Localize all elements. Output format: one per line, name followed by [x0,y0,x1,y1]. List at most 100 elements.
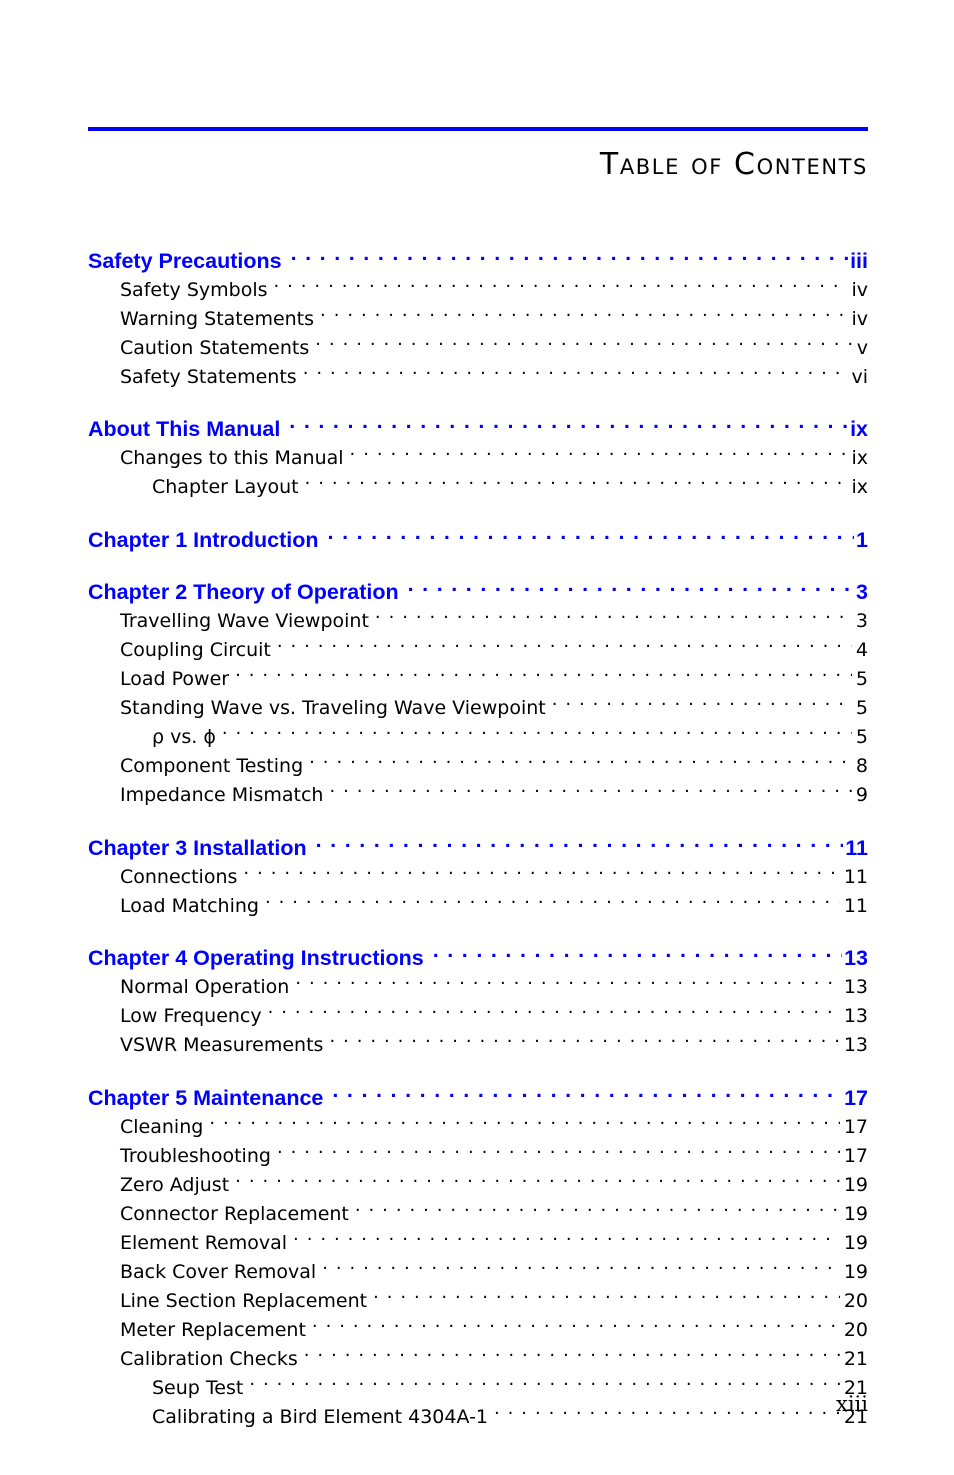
toc-dot-leader [209,1114,840,1133]
toc-entry-row[interactable]: Line Section Replacement 20 [120,1287,868,1316]
toc-entry-row[interactable]: Troubleshooting 17 [120,1142,868,1171]
toc-heading-row[interactable]: Chapter 2 Theory of Operation 3 [88,578,868,608]
toc-dot-leader [304,1346,840,1365]
toc-entry-row[interactable]: Travelling Wave Viewpoint 3 [120,607,868,636]
toc-heading-row[interactable]: Chapter 1 Introduction 1 [88,525,868,555]
toc-entry-page-number: 1 [856,527,868,552]
toc-entry-label: Cleaning [120,1115,204,1138]
toc-dot-leader [320,306,847,325]
toc-entry-row[interactable]: Connector Replacement 19 [120,1200,868,1229]
toc-entry-row[interactable]: Coupling Circuit 4 [120,636,868,665]
toc-entry-label: Chapter 2 Theory of Operation [88,580,399,604]
toc-entry-label: Meter Replacement [120,1318,306,1341]
toc-entry-page-number: 21 [843,1347,868,1370]
toc-entry-label: Chapter 3 Installation [88,835,307,860]
toc-entry-row[interactable]: Zero Adjust 19 [120,1171,868,1200]
toc-entry-label: Changes to this Manual [120,447,344,469]
toc-entry-row[interactable]: Back Cover Removal 19 [120,1258,868,1287]
toc-heading-row[interactable]: Chapter 5 Maintenance 17 [88,1083,868,1113]
toc-entry-row[interactable]: Standing Wave vs. Traveling Wave Viewpoi… [120,694,868,723]
toc-entry-label: Warning Statements [120,307,315,330]
toc-dot-leader [312,1317,840,1336]
toc-entry-page-number: 17 [843,1144,868,1167]
toc-dot-leader [322,1259,840,1278]
toc-entry-row[interactable]: Meter Replacement 20 [120,1316,868,1345]
toc-entry-label: Line Section Replacement [120,1289,368,1312]
toc-entry-row[interactable]: VSWR Measurements 13 [120,1031,868,1060]
toc-entry-page-number: 11 [845,835,868,860]
toc-entry-page-number: v [856,336,868,359]
toc-entry-page-number: 19 [843,1202,868,1225]
toc-entry-row[interactable]: Changes to this Manual ix [120,444,868,473]
toc-entry-row[interactable]: Warning Statements iv [120,305,868,334]
toc-entry-label: Chapter 5 Maintenance [88,1085,324,1110]
toc-dot-leader [277,637,852,656]
toc-entry-row[interactable]: Safety Symbols iv [120,276,868,305]
toc-entry-label: Zero Adjust [120,1173,230,1196]
toc-entry-row[interactable]: Calibration Checks 21 [120,1345,868,1374]
toc-dot-leader [408,578,854,600]
toc-entry-row[interactable]: Chapter Layout ix [152,473,868,502]
toc-entry-page-number: 5 [855,726,868,748]
page-title: Table of Contents [599,147,868,182]
toc-entry-row[interactable]: Component Testing 8 [120,752,868,781]
toc-entry-label: VSWR Measurements [120,1034,324,1056]
toc-entry-row[interactable]: ρ vs. ϕ 5 [152,723,868,752]
toc-entry-row[interactable]: Load Matching 11 [120,892,868,921]
toc-entry-label: Calibration Checks [120,1347,298,1370]
toc-heading-row[interactable]: About This Manual ix [88,415,868,445]
toc-dot-leader [274,277,848,296]
toc-entry-label: About This Manual [88,417,281,441]
toc-entry-label: Standing Wave vs. Traveling Wave Viewpoi… [120,697,546,719]
toc-entry-row[interactable]: Normal Operation 13 [120,973,868,1002]
toc-dot-leader [355,1201,840,1220]
toc-heading-row[interactable]: Safety Precautions iii [88,246,868,276]
toc-entry-label: Chapter 1 Introduction [88,527,319,552]
toc-entry-label: ρ vs. ϕ [152,726,216,748]
toc-entry-label: Troubleshooting [120,1144,271,1167]
toc-entry-label: Chapter 4 Operating Instructions [88,946,424,970]
toc-entry-row[interactable]: Load Power 5 [120,665,868,694]
toc-entry-page-number: iv [851,278,868,301]
toc-entry-label: Coupling Circuit [120,639,271,661]
toc-entry-label: Caution Statements [120,336,310,359]
toc-entry-page-number: 4 [855,639,868,661]
toc-entry-page-number: 11 [843,865,868,888]
toc-dot-leader [303,364,848,383]
toc-entry-page-number: 11 [843,894,868,917]
toc-entry-row[interactable]: Impedance Mismatch 9 [120,781,868,810]
toc-entry-row[interactable]: Element Removal 19 [120,1229,868,1258]
toc-entry-label: Travelling Wave Viewpoint [120,610,369,632]
toc-entry-row[interactable]: Low Frequency 13 [120,1002,868,1031]
toc-entry-page-number: iv [851,307,868,330]
toc-entry-label: Element Removal [120,1231,288,1254]
toc-entry-page-number: ix [850,417,868,441]
toc-dot-leader [235,666,852,685]
toc-dot-leader [375,608,852,627]
toc-heading-row[interactable]: Chapter 3 Installation 11 [88,833,868,863]
toc-entry-label: Safety Precautions [88,248,282,273]
toc-entry-page-number: 17 [844,1085,868,1110]
toc-entry-row[interactable]: Cleaning 17 [120,1113,868,1142]
toc-entry-page-number: ix [851,447,868,469]
toc-dot-leader [265,893,840,912]
toc-dot-leader [552,695,852,714]
toc-dot-leader [249,1375,840,1394]
toc-entry-row[interactable]: Connections 11 [120,863,868,892]
toc-entry-page-number: 13 [843,976,868,998]
table-of-contents-list: Safety PrecautionsiiiSafety SymbolsivWar… [88,246,868,1432]
toc-entry-label: Safety Statements [120,365,297,388]
toc-entry-page-number: 20 [843,1318,868,1341]
toc-dot-leader [305,474,848,493]
toc-heading-row[interactable]: Chapter 4 Operating Instructions 13 [88,944,868,974]
toc-entry-page-number: 3 [856,580,868,604]
toc-dot-leader [222,724,852,743]
toc-entry-page-number: 17 [843,1115,868,1138]
toc-entry-page-number: 5 [855,697,868,719]
toc-entry-label: Back Cover Removal [120,1260,317,1283]
toc-dot-leader [235,1172,840,1191]
toc-entry-row[interactable]: Safety Statements vi [120,363,868,392]
toc-dot-leader [329,782,851,801]
toc-entry-page-number: 13 [843,1005,868,1027]
toc-entry-row[interactable]: Caution Statements v [120,334,868,363]
